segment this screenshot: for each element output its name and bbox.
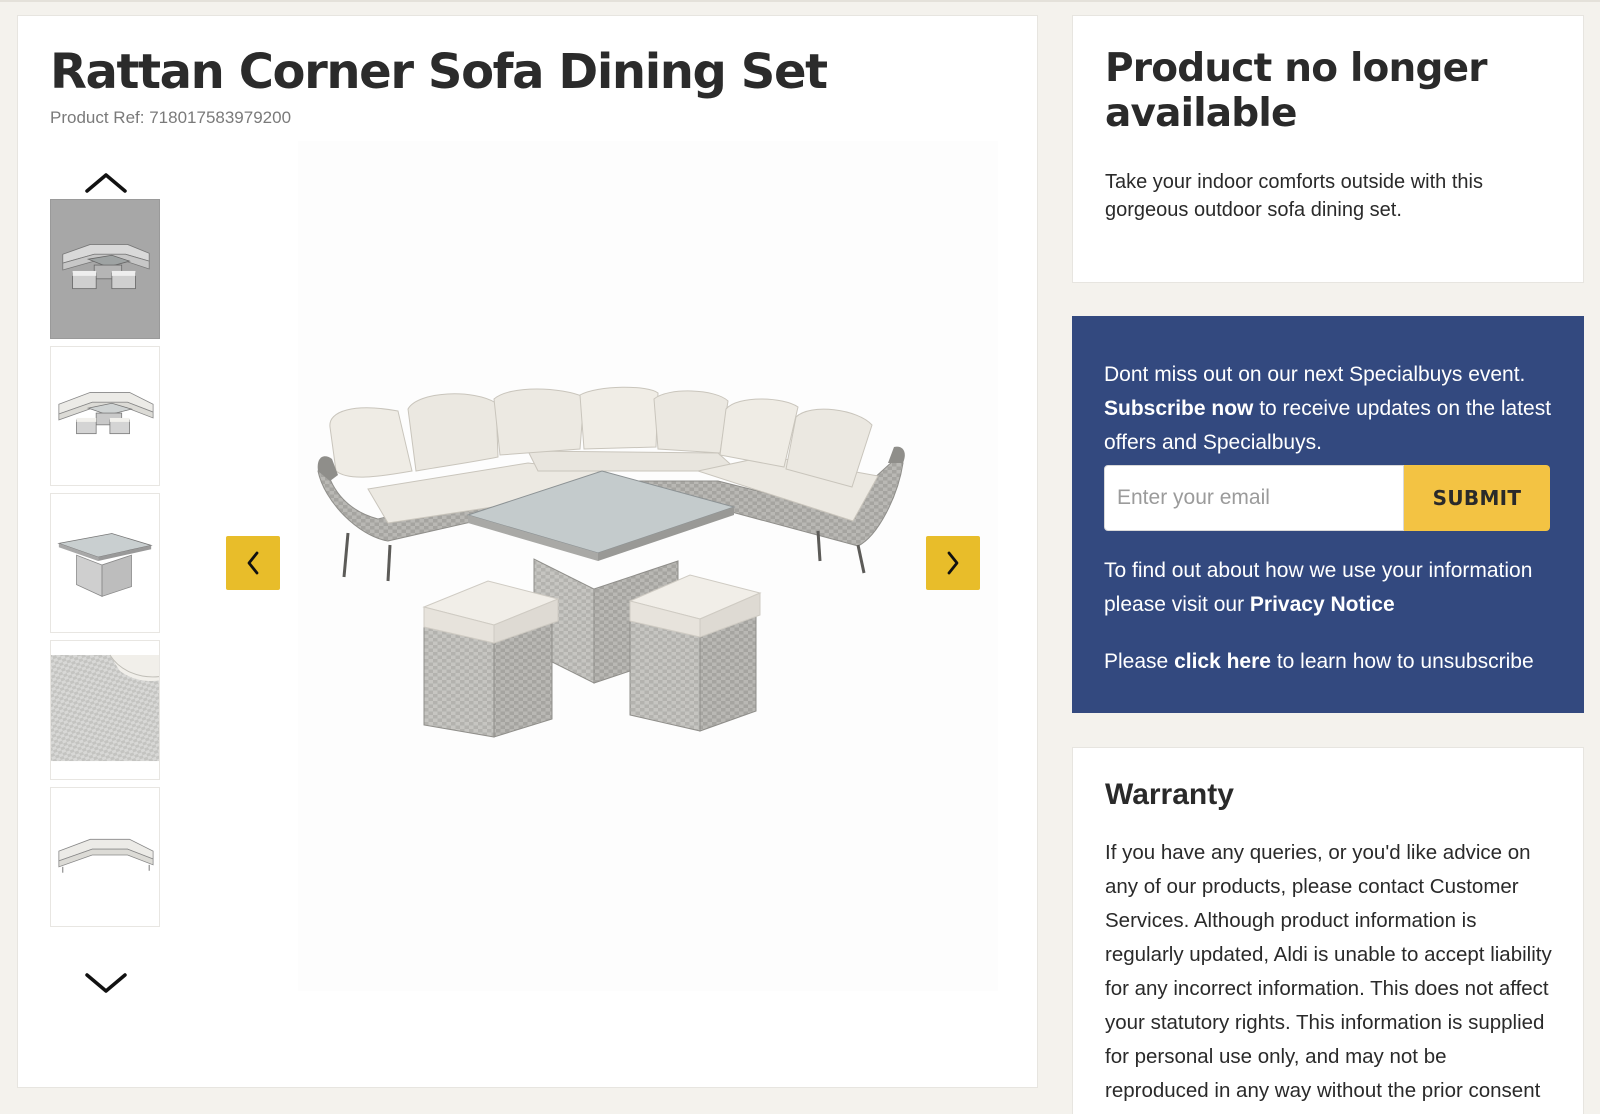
- sofa-set-thumbnail-image: [62, 244, 150, 290]
- thumbnail-rattan-detail[interactable]: [50, 640, 160, 780]
- sofa-set-thumbnail-image: [58, 392, 154, 435]
- privacy-notice-link[interactable]: Privacy Notice: [1250, 593, 1395, 616]
- warranty-title: Warranty: [1105, 778, 1234, 811]
- thumbnail-table[interactable]: [50, 493, 160, 633]
- thumbnails-scroll-down-button[interactable]: [84, 970, 128, 998]
- thumbnail-full-set-grey[interactable]: [50, 199, 160, 339]
- rattan-detail-thumbnail-image: [51, 654, 159, 762]
- warranty-card: Warranty If you have any queries, or you…: [1072, 747, 1584, 1114]
- signup-text: Dont miss out on our next Specialbuys ev…: [1104, 358, 1554, 460]
- product-card: Rattan Corner Sofa Dining Set Product Re…: [17, 15, 1038, 1088]
- next-image-button[interactable]: [926, 536, 980, 590]
- newsletter-signup-card: Dont miss out on our next Specialbuys ev…: [1072, 316, 1584, 713]
- thumbnail-full-set[interactable]: [50, 346, 160, 486]
- product-description: Take your indoor comforts outside with t…: [1105, 171, 1483, 221]
- product-ref: Product Ref: 718017583979200: [50, 108, 292, 127]
- main-product-image: [317, 386, 905, 738]
- thumbnail-sofa-only[interactable]: [50, 787, 160, 927]
- unsubscribe-link[interactable]: click here: [1174, 650, 1271, 673]
- email-input[interactable]: [1104, 465, 1404, 531]
- top-border: [0, 0, 1600, 2]
- unsubscribe-text: Please click here to learn how to unsubs…: [1104, 645, 1564, 679]
- chevron-up-icon: [85, 173, 127, 193]
- previous-image-button[interactable]: [226, 536, 280, 590]
- warranty-text: If you have any queries, or you'd like a…: [1105, 841, 1552, 1114]
- chevron-right-icon: [947, 551, 959, 575]
- sofa-thumbnail-image: [58, 838, 154, 873]
- product-title: Rattan Corner Sofa Dining Set: [50, 44, 828, 100]
- thumbnails-scroll-up-button[interactable]: [84, 168, 128, 196]
- privacy-text: To find out about how we use your inform…: [1104, 554, 1564, 622]
- table-thumbnail-image: [57, 533, 153, 597]
- main-product-image-area: [298, 141, 998, 991]
- availability-title: Product no longer available: [1105, 46, 1488, 136]
- unsub-suffix: to learn how to unsubscribe: [1276, 650, 1534, 673]
- signup-intro: Dont miss out on our next Specialbuys ev…: [1104, 363, 1526, 386]
- chevron-down-icon: [85, 973, 127, 993]
- availability-card: Product no longer available Take your in…: [1072, 15, 1584, 283]
- subscribe-now-link[interactable]: Subscribe now: [1104, 397, 1253, 420]
- chevron-left-icon: [247, 551, 259, 575]
- submit-button[interactable]: SUBMIT: [1404, 465, 1550, 531]
- unsub-prefix: Please: [1104, 650, 1169, 673]
